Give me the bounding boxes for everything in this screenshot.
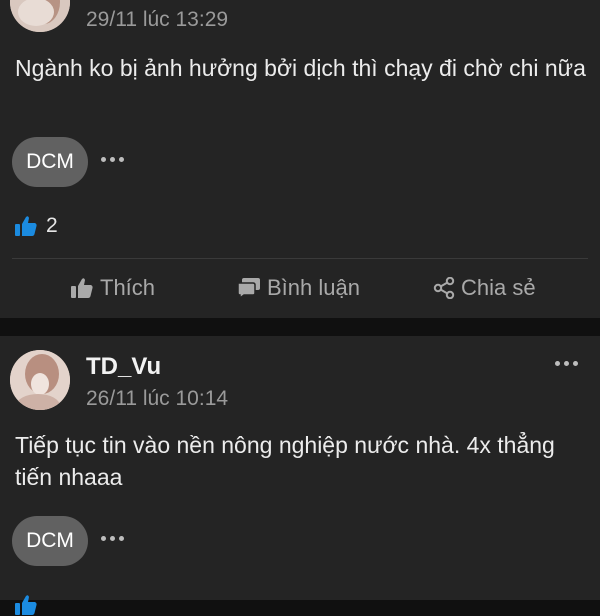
- comment-button[interactable]: Bình luận: [237, 272, 360, 304]
- reaction-summary[interactable]: 2: [14, 214, 58, 238]
- post-text: Ngành ko bị ảnh hưởng bởi dịch thì chạy …: [15, 55, 586, 81]
- comment-label: Bình luận: [267, 275, 360, 300]
- like-button[interactable]: Thích: [70, 272, 155, 304]
- post-card: TD_Vu 26/11 lúc 10:14 Tiếp tục tin vào n…: [0, 336, 600, 615]
- post-timestamp[interactable]: 29/11 lúc 13:29: [86, 8, 228, 32]
- like-label: Thích: [100, 275, 156, 300]
- thumbs-up-icon: [15, 216, 37, 236]
- thumbs-up-icon: [15, 595, 37, 615]
- share-label: Chia sẻ: [461, 275, 536, 300]
- more-icon[interactable]: [101, 536, 124, 541]
- author-name[interactable]: TD_Vu: [86, 353, 161, 381]
- post-text: Tiếp tục tin vào nền nông nghiệp nước nh…: [15, 432, 555, 490]
- thumbs-up-icon: [71, 278, 93, 298]
- post-timestamp[interactable]: 26/11 lúc 10:14: [86, 387, 228, 411]
- more-icon[interactable]: [101, 157, 124, 162]
- post-card: 29/11 lúc 13:29 Ngành ko bị ảnh hưởng bở…: [0, 0, 600, 318]
- more-icon[interactable]: [555, 361, 578, 366]
- comment-icon: [237, 278, 260, 299]
- like-count: 2: [46, 214, 58, 237]
- tag-button[interactable]: DCM: [12, 516, 88, 566]
- share-icon: [433, 277, 455, 299]
- share-button[interactable]: Chia sẻ: [433, 272, 536, 304]
- avatar[interactable]: [10, 350, 70, 410]
- tag-button[interactable]: DCM: [12, 137, 88, 187]
- divider: [12, 258, 588, 259]
- avatar[interactable]: [10, 0, 70, 32]
